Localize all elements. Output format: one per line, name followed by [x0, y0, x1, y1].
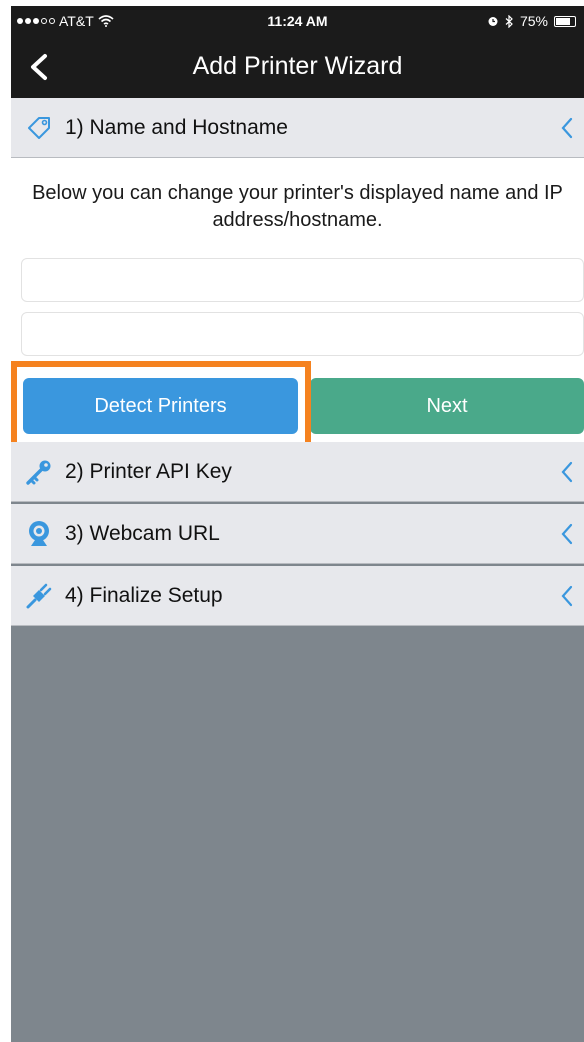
nav-bar: Add Printer Wizard: [11, 36, 584, 98]
section-label: 3) Webcam URL: [65, 521, 220, 545]
app-screen: AT&T 11:24 AM 75% Add Printer Wizard 1) …: [11, 6, 584, 1042]
chevron-left-icon: [561, 523, 573, 545]
next-button[interactable]: Next: [310, 378, 584, 434]
battery-percent: 75%: [519, 13, 548, 29]
hostname-field[interactable]: [21, 312, 584, 356]
section-printer-api-key[interactable]: 2) Printer API Key: [11, 442, 584, 502]
tag-icon: [28, 116, 50, 139]
section-finalize-setup[interactable]: 4) Finalize Setup: [11, 566, 584, 626]
plug-icon: [26, 583, 52, 608]
section-label: 2) Printer API Key: [65, 459, 232, 483]
detect-printers-button[interactable]: Detect Printers: [23, 378, 298, 434]
section-name-and-hostname[interactable]: 1) Name and Hostname: [11, 98, 584, 158]
chevron-left-icon: [561, 117, 573, 139]
key-icon: [26, 460, 51, 485]
printer-name-field[interactable]: [21, 258, 584, 302]
chevron-left-icon: [561, 585, 573, 607]
status-bar: AT&T 11:24 AM 75%: [11, 6, 584, 36]
section-label: 4) Finalize Setup: [65, 583, 223, 607]
section-webcam-url[interactable]: 3) Webcam URL: [11, 504, 584, 564]
status-right: 75%: [487, 13, 576, 29]
webcam-icon: [29, 520, 49, 546]
page-title: Add Printer Wizard: [192, 52, 403, 80]
battery-level: [556, 17, 570, 25]
section-label: 1) Name and Hostname: [65, 115, 288, 139]
step1-description: Below you can change your printer's disp…: [32, 182, 563, 231]
battery-icon: [554, 15, 576, 27]
step1-content: Below you can change your printer's disp…: [11, 158, 584, 451]
chevron-left-icon: [561, 461, 573, 483]
alarm-icon: [488, 17, 498, 26]
bluetooth-icon: [505, 14, 513, 28]
